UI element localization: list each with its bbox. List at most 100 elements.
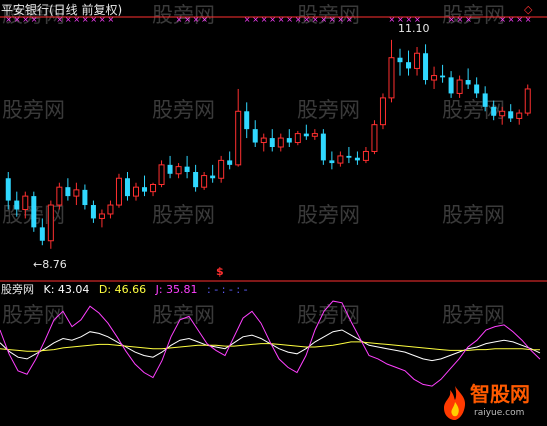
logo-url: raiyue.com xyxy=(474,408,525,418)
x-marker: × xyxy=(261,15,268,24)
x-marker: × xyxy=(303,15,310,24)
candle xyxy=(379,93,386,130)
x-marker: × xyxy=(244,15,251,24)
x-marker: × xyxy=(312,15,319,24)
watermark-text: 股旁网 xyxy=(297,203,360,227)
j-value-label: J: 35.81 xyxy=(155,283,198,296)
candle xyxy=(73,182,80,206)
x-marker: × xyxy=(193,15,200,24)
candle xyxy=(414,47,421,76)
watermark-text: 股旁网 xyxy=(152,203,215,227)
candle xyxy=(474,77,480,98)
indicator-extra: : - : - : - xyxy=(207,283,248,296)
candle xyxy=(124,172,130,201)
indicator-legend: 股旁网 K: 43.04 D: 46.66 J: 35.81 : - : - :… xyxy=(1,284,248,295)
watermark-text: 股旁网 xyxy=(2,303,65,327)
x-marker: × xyxy=(499,15,506,24)
chart-canvas: 股旁网 股旁网 股旁网 股旁网股旁网 股旁网 股旁网 股旁网股旁网 股旁网 股旁网股旁网 股旁网股… xyxy=(0,3,547,387)
x-marker: × xyxy=(516,15,523,24)
x-marker: × xyxy=(337,15,344,24)
candle xyxy=(158,160,165,188)
candle xyxy=(465,68,471,89)
candle xyxy=(303,124,309,140)
candle xyxy=(82,184,88,210)
candle xyxy=(235,88,242,167)
candle xyxy=(277,133,284,152)
candle xyxy=(388,39,395,103)
watermark-text: 股旁网 xyxy=(152,303,215,327)
candle xyxy=(329,151,335,170)
candle xyxy=(397,48,403,76)
watermark-text: 股旁网 xyxy=(152,98,215,122)
logo-text: 智股网 xyxy=(470,382,530,406)
candle xyxy=(56,182,63,210)
candle xyxy=(150,182,157,197)
candle xyxy=(167,155,173,179)
x-marker: × xyxy=(388,15,395,24)
candle xyxy=(133,182,139,201)
candle xyxy=(31,191,37,232)
candle xyxy=(406,50,412,76)
high-price-annotation: 11.10 xyxy=(398,22,430,35)
candle xyxy=(47,200,54,249)
candle xyxy=(218,155,225,183)
dollar-marker: $ xyxy=(216,265,224,278)
x-marker: × xyxy=(346,15,353,24)
candle xyxy=(210,164,216,183)
candle xyxy=(294,130,301,146)
flame-icon xyxy=(444,386,466,420)
candle xyxy=(456,75,463,98)
candle xyxy=(524,84,531,116)
watermark-text: 股旁网 xyxy=(442,303,505,327)
candle xyxy=(65,178,71,201)
x-marker: × xyxy=(295,15,302,24)
candle xyxy=(371,120,378,155)
candle xyxy=(193,164,199,192)
candle xyxy=(508,104,514,122)
candle xyxy=(516,109,523,125)
x-marker: × xyxy=(278,15,285,24)
x-marker: × xyxy=(465,15,472,24)
candle xyxy=(227,151,233,170)
chart-title: 平安银行(日线 前复权) xyxy=(1,3,123,17)
x-marker: × xyxy=(525,15,532,24)
candle xyxy=(337,151,344,167)
candle xyxy=(354,151,360,165)
candle xyxy=(175,163,182,179)
watermark-text: 股旁网 xyxy=(442,203,505,227)
x-marker: × xyxy=(457,15,464,24)
indicator-name: 股旁网 xyxy=(1,283,34,296)
candle xyxy=(107,200,114,219)
candle xyxy=(252,120,258,147)
candle xyxy=(184,155,190,179)
x-marker: × xyxy=(286,15,293,24)
x-marker: × xyxy=(448,15,455,24)
x-marker: × xyxy=(176,15,183,24)
k-line xyxy=(0,329,541,362)
candle xyxy=(431,66,438,89)
candle xyxy=(269,129,275,152)
d-line xyxy=(0,341,541,352)
x-marker: × xyxy=(201,15,208,24)
d-value-label: D: 46.66 xyxy=(98,283,147,296)
watermark-text: 股旁网 xyxy=(297,98,360,122)
candle xyxy=(423,44,429,85)
candle xyxy=(244,102,250,139)
watermark-text: 股旁网 xyxy=(2,98,65,122)
candle xyxy=(362,147,369,164)
x-marker: × xyxy=(508,15,515,24)
candle xyxy=(311,129,318,140)
candle xyxy=(142,175,148,197)
x-marker: × xyxy=(184,15,191,24)
candle xyxy=(448,71,454,98)
k-value-label: K: 43.04 xyxy=(43,283,90,296)
candle xyxy=(320,129,326,165)
x-marker: × xyxy=(329,15,336,24)
low-price-annotation: ←8.76 xyxy=(33,258,67,271)
diamond-icon[interactable]: ◇ xyxy=(524,4,532,15)
candle xyxy=(440,64,446,83)
watermark-layer: 股旁网 股旁网 股旁网 股旁网股旁网 股旁网 股旁网 股旁网股旁网 股旁网 股旁网股旁网 股旁网股… xyxy=(2,3,505,327)
x-marker: × xyxy=(252,15,259,24)
candle xyxy=(90,200,96,223)
candle xyxy=(115,173,122,208)
